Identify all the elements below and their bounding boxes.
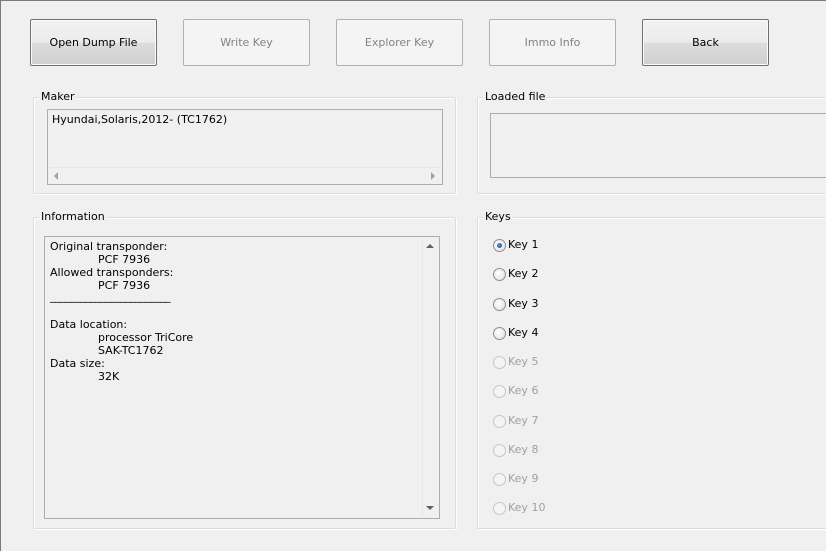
- data-location-value-1: processor TriCore: [98, 331, 194, 344]
- separator-line: ________________________: [50, 290, 171, 303]
- immo-info-button[interactable]: Immo Info: [489, 19, 616, 66]
- key-6-label: Key 6: [508, 384, 539, 397]
- window-frame-left: [0, 0, 1, 551]
- original-transponder-label: Original transponder:: [50, 240, 168, 253]
- allowed-transponders-label: Allowed transponders:: [50, 266, 174, 279]
- back-button[interactable]: Back: [642, 19, 769, 66]
- key-8-label: Key 8: [508, 443, 539, 456]
- maker-group-label: Maker: [39, 90, 77, 104]
- information-vertical-scrollbar[interactable]: [422, 238, 438, 517]
- radio-icon: [493, 268, 506, 281]
- key-7-label: Key 7: [508, 414, 539, 427]
- write-key-button[interactable]: Write Key: [183, 19, 310, 66]
- scroll-up-arrow-icon[interactable]: [426, 244, 434, 248]
- key-4-label: Key 4: [508, 326, 539, 339]
- data-location-value-2: SAK-TC1762: [98, 344, 164, 357]
- maker-horizontal-scrollbar[interactable]: [49, 167, 441, 183]
- maker-listbox[interactable]: Hyundai,Solaris,2012- (TC1762): [47, 109, 443, 185]
- radio-dot-icon: [497, 243, 502, 248]
- key-2-label: Key 2: [508, 267, 539, 280]
- data-size-value: 32K: [98, 370, 120, 383]
- information-group-label: Information: [39, 210, 107, 224]
- data-size-label: Data size:: [50, 357, 105, 370]
- loaded-file-box[interactable]: [490, 113, 826, 178]
- key-10-label: Key 10: [508, 501, 546, 514]
- maker-value: Hyundai,Solaris,2012- (TC1762): [52, 113, 228, 126]
- window-frame-top: [0, 0, 826, 1]
- radio-icon: [493, 502, 506, 515]
- information-textbox[interactable]: Original transponder: PCF 7936 Allowed t…: [44, 236, 440, 519]
- radio-icon: [493, 356, 506, 369]
- radio-icon: [493, 444, 506, 457]
- key-3-label: Key 3: [508, 297, 539, 310]
- radio-icon: [493, 327, 506, 340]
- radio-icon: [493, 385, 506, 398]
- keys-group-label: Keys: [483, 210, 513, 224]
- radio-icon: [493, 473, 506, 486]
- original-transponder-value: PCF 7936: [98, 253, 151, 266]
- loaded-file-group-label: Loaded file: [483, 90, 548, 104]
- key-1-label: Key 1: [508, 238, 539, 251]
- open-dump-file-button[interactable]: Open Dump File: [30, 19, 157, 66]
- scroll-right-arrow-icon[interactable]: [431, 172, 435, 180]
- explorer-key-button[interactable]: Explorer Key: [336, 19, 463, 66]
- radio-selected-icon: [493, 239, 506, 252]
- scroll-down-arrow-icon[interactable]: [426, 506, 434, 510]
- radio-icon: [493, 298, 506, 311]
- radio-icon: [493, 415, 506, 428]
- scroll-left-arrow-icon[interactable]: [54, 172, 58, 180]
- key-9-label: Key 9: [508, 472, 539, 485]
- key-5-label: Key 5: [508, 355, 539, 368]
- data-location-label: Data location:: [50, 318, 128, 331]
